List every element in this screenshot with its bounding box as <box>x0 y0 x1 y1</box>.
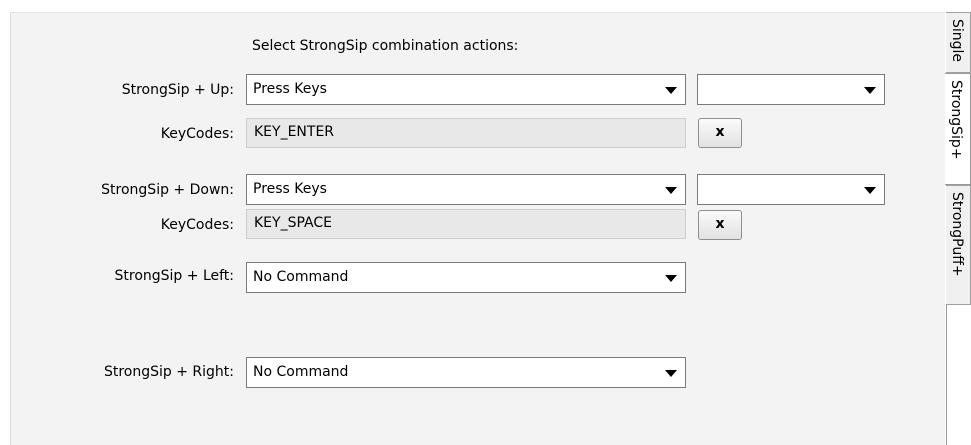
up-label: StrongSip + Up: <box>121 82 234 98</box>
tab-strongpuff[interactable]: StrongPuff+ <box>946 185 971 305</box>
chevron-down-icon <box>665 187 677 194</box>
right-action-value: No Command <box>253 364 349 380</box>
vertical-tab-strip: Single StrongSip+ StrongPuff+ <box>945 12 971 445</box>
down-action-dropdown[interactable]: Press Keys <box>246 174 686 205</box>
chevron-down-icon <box>665 370 677 377</box>
right-label: StrongSip + Right: <box>103 364 234 380</box>
right-action-dropdown[interactable]: No Command <box>246 357 686 388</box>
down-secondary-dropdown[interactable] <box>697 174 885 205</box>
tab-strongsip[interactable]: StrongSip+ <box>945 73 971 185</box>
up-secondary-dropdown[interactable] <box>697 74 885 105</box>
down-keycodes-label: KeyCodes: <box>160 217 234 233</box>
down-clear-keycodes-button[interactable]: x <box>698 210 742 240</box>
up-action-dropdown[interactable]: Press Keys <box>246 74 686 105</box>
down-keycodes-value: KEY_SPACE <box>254 215 332 231</box>
left-action-value: No Command <box>253 269 349 285</box>
left-label: StrongSip + Left: <box>114 268 235 284</box>
tab-strongsip-label: StrongSip+ <box>948 80 964 160</box>
chevron-down-icon <box>864 87 876 94</box>
tab-strongpuff-label: StrongPuff+ <box>949 192 965 277</box>
tab-single-label: Single <box>949 19 965 63</box>
left-action-dropdown[interactable]: No Command <box>246 262 686 293</box>
up-keycodes-field[interactable]: KEY_ENTER <box>246 118 686 148</box>
down-action-value: Press Keys <box>253 181 327 197</box>
tab-single[interactable]: Single <box>946 12 971 73</box>
up-keycodes-value: KEY_ENTER <box>254 124 335 140</box>
chevron-down-icon <box>864 187 876 194</box>
page-heading: Select StrongSip combination actions: <box>252 38 519 54</box>
up-clear-keycodes-button[interactable]: x <box>698 118 742 148</box>
up-keycodes-label: KeyCodes: <box>160 126 234 142</box>
down-keycodes-field[interactable]: KEY_SPACE <box>246 209 686 239</box>
chevron-down-icon <box>665 275 677 282</box>
down-label: StrongSip + Down: <box>101 182 234 198</box>
chevron-down-icon <box>665 87 677 94</box>
up-action-value: Press Keys <box>253 81 327 97</box>
